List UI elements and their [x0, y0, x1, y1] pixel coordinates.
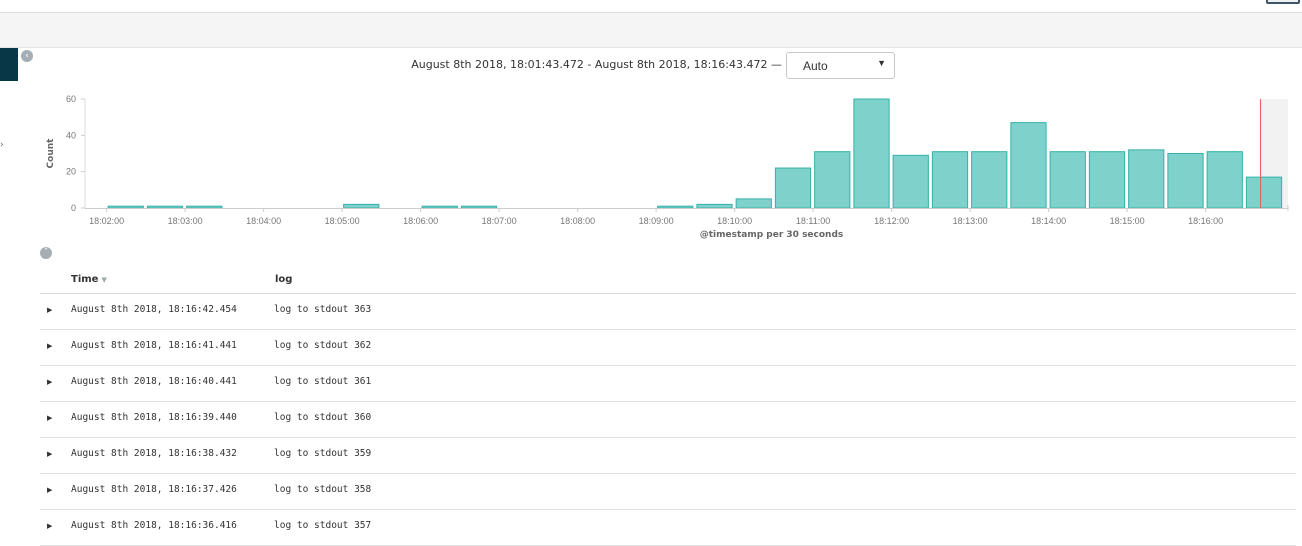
- histogram-chart[interactable]: 0 20 40 60 18:02:00 18:03:00 18:04:00 18:05:00 1…: [0, 85, 1302, 245]
- expand-row-icon[interactable]: ▶: [47, 450, 52, 458]
- sidebar-toggle[interactable]: [0, 48, 18, 81]
- expand-row-icon[interactable]: ▶: [47, 486, 52, 494]
- time-cell: August 8th 2018, 18:16:39.440: [71, 412, 237, 423]
- top-nav-button[interactable]: [1266, 0, 1300, 4]
- histogram-bar[interactable]: [696, 203, 733, 209]
- y-tick-label: 60: [66, 94, 76, 104]
- histogram-bar[interactable]: [343, 203, 380, 209]
- time-cell: August 8th 2018, 18:16:40.441: [71, 376, 237, 387]
- histogram-bar[interactable]: [657, 205, 694, 209]
- chevron-left-circle-icon[interactable]: ‹: [21, 50, 33, 62]
- histogram-bar[interactable]: [107, 205, 144, 209]
- histogram-bar[interactable]: [460, 205, 498, 209]
- time-cell: August 8th 2018, 18:16:41.441: [71, 340, 237, 351]
- log-cell: log to stdout 362: [274, 340, 372, 351]
- table-row[interactable]: ▶ August 8th 2018, 18:16:42.454 log to std…: [40, 294, 1296, 330]
- expand-row-icon[interactable]: ▶: [47, 342, 52, 350]
- x-tick-label: 18:07:00: [482, 216, 517, 226]
- expand-row-icon[interactable]: ▶: [47, 414, 52, 422]
- x-tick-label: 18:15:00: [1110, 216, 1145, 226]
- histogram-bar[interactable]: [1245, 176, 1283, 209]
- table-row[interactable]: ▶ August 8th 2018, 18:16:37.426 log to std…: [40, 474, 1296, 510]
- histogram-bar[interactable]: [1010, 122, 1047, 209]
- log-cell: log to stdout 361: [274, 376, 372, 387]
- time-range-text[interactable]: August 8th 2018, 18:01:43.472 - August 8…: [411, 58, 782, 71]
- histogram-bar[interactable]: [1128, 149, 1165, 209]
- histogram-bar[interactable]: [853, 98, 890, 209]
- time-cell: August 8th 2018, 18:16:36.416: [71, 520, 237, 531]
- table-row[interactable]: ▶ August 8th 2018, 18:16:40.441 log to std…: [40, 366, 1296, 402]
- table-row[interactable]: ▶ August 8th 2018, 18:16:39.440 log to std…: [40, 402, 1296, 438]
- time-range-bar: August 8th 2018, 18:01:43.472 - August 8…: [360, 52, 900, 80]
- time-column-label: Time: [71, 274, 99, 285]
- y-tick-label: 20: [66, 167, 76, 177]
- table-row[interactable]: ▶ August 8th 2018, 18:16:38.432 log to std…: [40, 438, 1296, 474]
- log-cell: log to stdout 359: [274, 448, 372, 459]
- log-cell: log to stdout 358: [274, 484, 372, 495]
- histogram-bar[interactable]: [971, 151, 1008, 209]
- y-tick-label: 40: [66, 130, 76, 140]
- x-tick-label: 18:11:00: [796, 216, 830, 226]
- histogram-bar[interactable]: [931, 151, 969, 209]
- table-header: Time ▼ log: [40, 270, 1296, 294]
- x-tick-label: 18:05:00: [325, 216, 360, 226]
- x-tick-label: 18:12:00: [874, 216, 909, 226]
- histogram-bar[interactable]: [735, 198, 772, 209]
- expand-row-icon[interactable]: ▶: [47, 378, 52, 386]
- table-row[interactable]: ▶ August 8th 2018, 18:16:41.441 log to std…: [40, 330, 1296, 366]
- histogram-bar[interactable]: [774, 167, 812, 209]
- log-cell: log to stdout 360: [274, 412, 372, 423]
- x-tick-label: 18:10:00: [717, 216, 752, 226]
- interval-value: Auto: [803, 59, 828, 73]
- x-tick-label: 18:14:00: [1031, 216, 1066, 226]
- histogram-bar[interactable]: [146, 205, 184, 209]
- x-tick-label: 18:08:00: [560, 216, 595, 226]
- caret-down-icon: ▼: [877, 58, 886, 68]
- x-tick-label: 18:09:00: [639, 216, 674, 226]
- x-tick-label: 18:04:00: [246, 216, 281, 226]
- histogram-bar[interactable]: [1206, 151, 1243, 209]
- log-cell: log to stdout 357: [274, 520, 372, 531]
- time-cell: August 8th 2018, 18:16:37.426: [71, 484, 237, 495]
- x-tick-label: 18:02:00: [89, 216, 124, 226]
- x-tick-label: 18:06:00: [403, 216, 438, 226]
- y-tick-label: 0: [71, 203, 76, 213]
- time-cell: August 8th 2018, 18:16:38.432: [71, 448, 237, 459]
- top-nav-bar: [0, 0, 1302, 13]
- x-tick-label: 18:03:00: [168, 216, 203, 226]
- histogram-bar[interactable]: [1049, 151, 1086, 209]
- log-cell: log to stdout 363: [274, 304, 372, 315]
- interval-select[interactable]: Auto ▼: [786, 52, 895, 79]
- histogram-bar[interactable]: [814, 151, 851, 209]
- sort-down-icon[interactable]: ▼: [101, 276, 106, 284]
- chevron-up-circle-icon[interactable]: ˆ: [40, 247, 52, 259]
- x-tick-label: 18:13:00: [953, 216, 988, 226]
- y-axis-label: Count: [46, 138, 56, 169]
- x-axis-label: @timestamp per 30 seconds: [700, 230, 844, 240]
- expand-row-icon[interactable]: ▶: [47, 306, 52, 314]
- table-row[interactable]: ▶ August 8th 2018, 18:16:36.416 log to std…: [40, 510, 1296, 546]
- time-column-header[interactable]: Time ▼: [71, 274, 107, 285]
- expand-row-icon[interactable]: ▶: [47, 522, 52, 530]
- x-tick-label: 18:16:00: [1188, 216, 1223, 226]
- histogram-bar[interactable]: [1167, 153, 1204, 209]
- query-bar: [0, 13, 1302, 48]
- time-cell: August 8th 2018, 18:16:42.454: [71, 304, 237, 315]
- histogram-bar[interactable]: [892, 154, 929, 209]
- histogram-bar[interactable]: [1088, 151, 1126, 209]
- log-column-header[interactable]: log: [275, 274, 292, 285]
- histogram-bar[interactable]: [421, 205, 458, 209]
- histogram-bar[interactable]: [186, 205, 223, 209]
